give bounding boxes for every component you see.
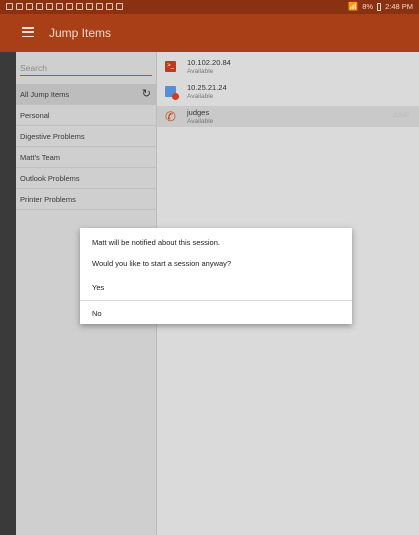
group-item-printer-problems[interactable]: Printer Problems [16, 189, 157, 210]
notification-icon [56, 3, 63, 10]
jump-item-status: Available [187, 118, 214, 125]
battery-icon [377, 2, 382, 11]
no-label: No [92, 309, 102, 318]
jump-item-name: judges [187, 108, 210, 117]
dialog-question: Would you like to start a session anyway… [92, 259, 232, 268]
computer-icon [165, 86, 179, 100]
group-label: Printer Problems [20, 195, 76, 204]
notification-icon [26, 3, 33, 10]
group-item-digestive-problems[interactable]: Digestive Problems [16, 126, 157, 147]
yes-button[interactable]: Yes [80, 275, 352, 299]
clock: 2:48 PM [385, 2, 413, 11]
group-label: Personal [20, 111, 50, 120]
device-screen: 📶 8% 2:48 PM Jump Items All Jump Items ↻… [0, 0, 419, 535]
battery-percent: 8% [362, 2, 374, 11]
refresh-icon[interactable]: ↻ [142, 87, 151, 100]
menu-icon[interactable] [22, 27, 34, 37]
jump-item[interactable]: >_ 10.102.20.84 Available [157, 56, 419, 77]
status-icons [6, 3, 123, 10]
notification-icon [106, 3, 113, 10]
jump-item[interactable]: 10.25.21.24 Available [157, 81, 419, 102]
jump-item[interactable]: ✆ judges Available JUMP [157, 106, 419, 127]
status-bar: 📶 8% 2:48 PM [0, 0, 419, 14]
notification-icon [96, 3, 103, 10]
yes-label: Yes [92, 283, 105, 292]
group-item-matts-team[interactable]: Matt's Team [16, 147, 157, 168]
jump-item-status: Available [187, 68, 214, 75]
session-notification-dialog: Matt will be notified about this session… [80, 228, 352, 324]
app-bar: Jump Items [0, 14, 419, 52]
no-button[interactable]: No [80, 300, 352, 324]
notification-icon [46, 3, 53, 10]
jump-item-name: 10.102.20.84 [187, 58, 231, 67]
group-label: Digestive Problems [20, 132, 85, 141]
notification-icon [116, 3, 123, 10]
notification-icon [36, 3, 43, 10]
app-title: Jump Items [49, 26, 112, 40]
group-label: Outlook Problems [20, 174, 80, 183]
dialog-message: Matt will be notified about this session… [92, 238, 220, 247]
notification-icon [66, 3, 73, 10]
group-item-all-jump-items[interactable]: All Jump Items ↻ [16, 84, 157, 105]
notification-icon [86, 3, 93, 10]
notification-icon [16, 3, 23, 10]
group-label: Matt's Team [20, 153, 61, 162]
terminal-icon: >_ [165, 61, 176, 72]
status-right: 📶 8% 2:48 PM [348, 2, 413, 11]
phone-icon: ✆ [165, 109, 176, 124]
wifi-icon: 📶 [348, 2, 359, 11]
jump-button[interactable]: JUMP [393, 113, 409, 119]
jump-item-name: 10.25.21.24 [187, 83, 227, 92]
search-field[interactable] [20, 58, 152, 76]
notification-icon [76, 3, 83, 10]
group-item-outlook-problems[interactable]: Outlook Problems [16, 168, 157, 189]
notification-icon [6, 3, 13, 10]
group-item-personal[interactable]: Personal [16, 105, 157, 126]
jump-item-status: Available [187, 93, 214, 100]
group-label: All Jump Items [20, 90, 70, 99]
search-input[interactable] [20, 60, 152, 76]
